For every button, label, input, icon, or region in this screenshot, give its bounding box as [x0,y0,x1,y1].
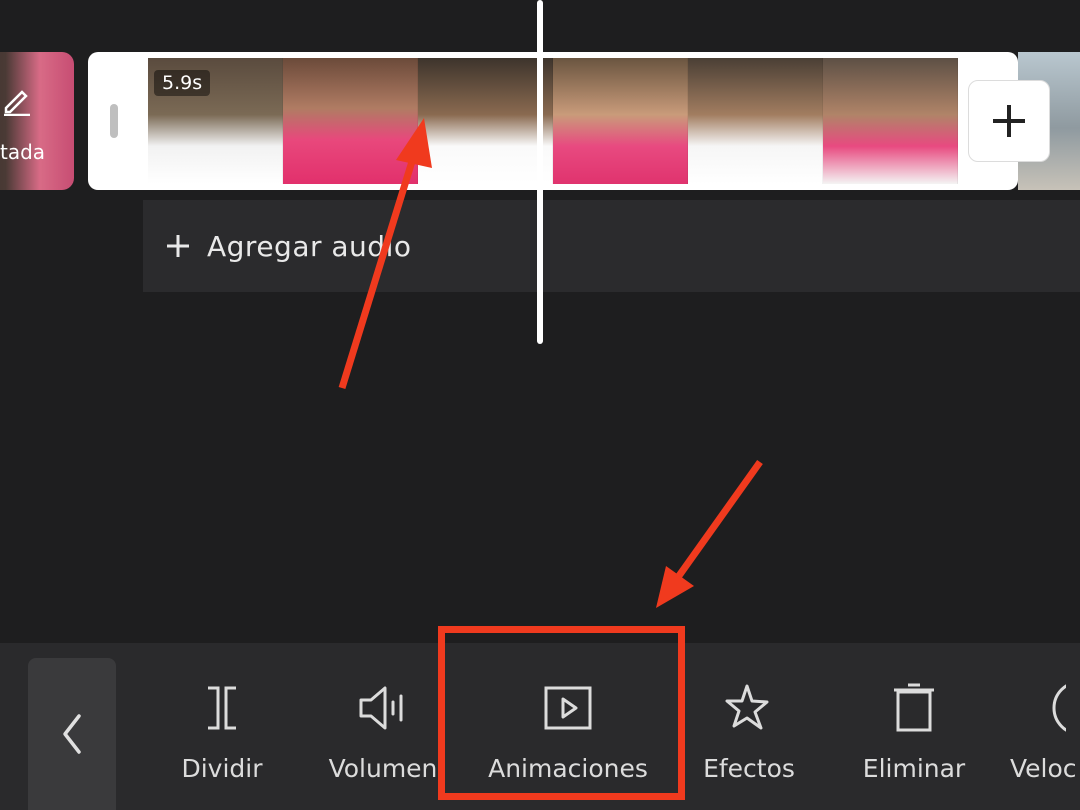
cover-thumbnail[interactable] [0,52,74,190]
speed-button[interactable]: Veloc [1010,680,1080,783]
split-icon [208,686,236,730]
clip-frame [553,58,688,184]
add-audio-label: Agregar audio [207,229,412,263]
playhead[interactable] [537,0,543,344]
trash-icon [894,683,934,732]
star-effects-icon [725,684,769,730]
speed-label: Veloc [1010,754,1077,783]
volume-button[interactable]: Volumen [323,680,443,783]
delete-button[interactable]: Eliminar [854,680,974,783]
highlight-box [438,626,685,800]
clip-frame [688,58,823,184]
clip-duration: 5.9s [154,70,211,96]
add-audio-track[interactable]: Agregar audio [143,200,1080,292]
clip-frame [283,58,418,184]
plus-icon [167,235,189,257]
speed-icon [1052,684,1066,732]
cover-label: tada [0,140,46,164]
arrow-down-icon [656,459,763,608]
delete-label: Eliminar [862,754,966,783]
split-label: Dividir [181,754,263,783]
effects-label: Efectos [703,754,795,783]
pencil-icon [4,90,30,116]
split-button[interactable]: Dividir [170,680,274,783]
add-clip-button[interactable] [968,80,1050,162]
clip-frame [823,58,958,184]
clip-frames [148,58,958,184]
volume-label: Volumen [328,754,438,783]
effects-button[interactable]: Efectos [693,680,805,783]
plus-icon [993,105,1025,137]
clip-frame [418,58,553,184]
chevron-left-icon [63,714,81,754]
video-clip[interactable]: 5.9s [88,52,1018,190]
back-button[interactable] [28,658,116,810]
volume-icon [359,686,403,730]
clip-trim-handle[interactable] [110,104,118,138]
